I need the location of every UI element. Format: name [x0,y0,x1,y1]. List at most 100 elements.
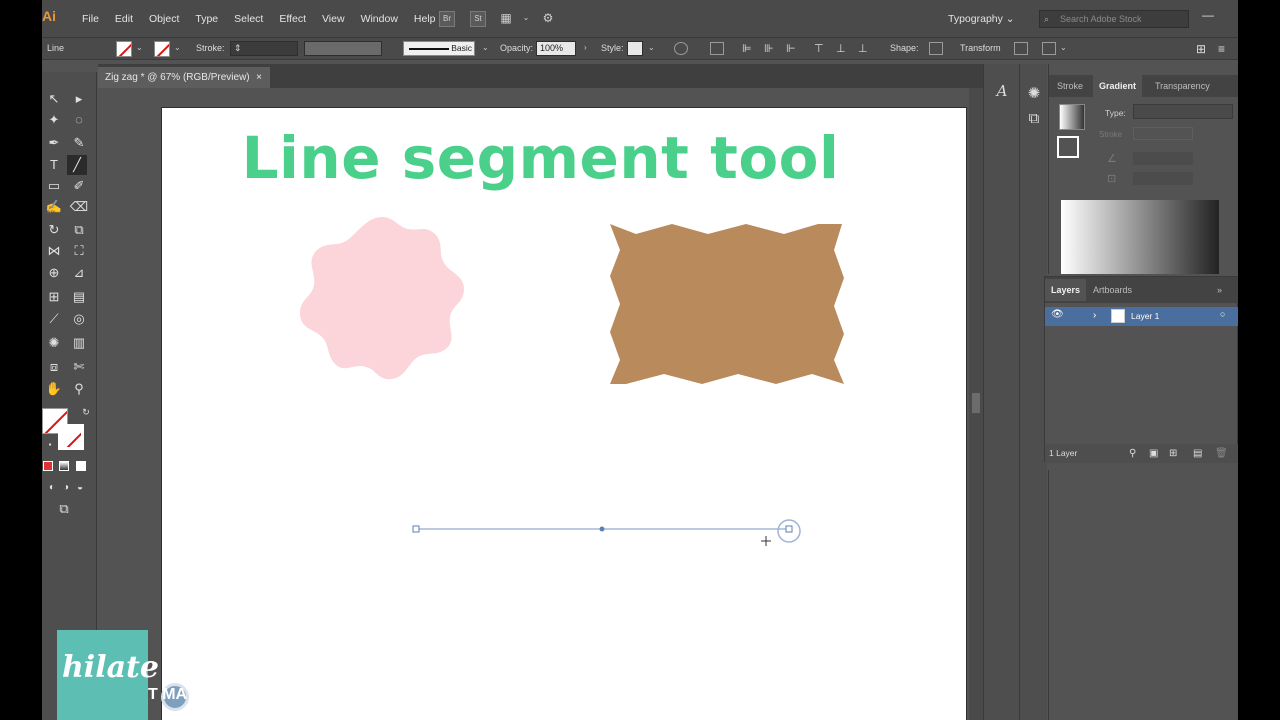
panel-menu-icon[interactable]: ≡ [1218,42,1232,56]
bridge-icon[interactable]: Br [439,11,455,27]
paintbrush-tool-icon[interactable]: ✐ [69,176,89,196]
menu-effect[interactable]: Effect [272,13,315,25]
magic-wand-tool-icon[interactable]: ✦ [44,110,64,130]
blend-tool-icon[interactable]: ◎ [69,309,89,329]
opacity-field[interactable]: 100% [536,41,576,56]
menu-object[interactable]: Object [142,13,188,25]
minimize-button[interactable]: — [1202,8,1214,22]
pen-tool-icon[interactable]: ✒ [44,133,64,153]
zoom-tool-icon[interactable]: ⚲ [69,379,89,399]
stroke-swatch[interactable] [154,41,170,57]
tab-stroke[interactable]: Stroke [1051,75,1089,97]
shape-builder-tool-icon[interactable]: ⊕ [44,263,64,283]
menu-type[interactable]: Type [188,13,227,25]
line-segment-tool-icon[interactable]: ╱ [67,155,87,175]
stroke-weight-field[interactable]: ⇕ [230,41,298,56]
eyedropper-tool-icon[interactable]: ⟋ [44,309,64,329]
chevron-right-icon[interactable]: › [1093,310,1096,321]
draw-inside-icon[interactable]: ◒ [70,478,90,498]
tab-gradient[interactable]: Gradient [1093,75,1143,97]
chevron-down-icon[interactable]: ⌄ [1060,43,1067,52]
lasso-tool-icon[interactable]: ◌ [69,110,89,130]
menu-window[interactable]: Window [354,13,407,25]
eraser-tool-icon[interactable]: ⌫ [69,197,89,217]
delete-icon[interactable]: 🗑 [1215,444,1228,463]
search-stock-input[interactable]: ⌕ Search Adobe Stock [1039,10,1189,28]
angle-field[interactable] [1133,152,1193,165]
graphic-style-swatch[interactable] [627,41,643,56]
chevron-down-icon[interactable]: ⌄ [518,11,534,27]
fill-stroke-toggle[interactable] [1057,136,1079,158]
menu-file[interactable]: File [75,13,108,25]
transform-label[interactable]: Transform [960,43,1001,53]
isolate-icon[interactable] [1014,42,1028,55]
aspect-ratio-field[interactable] [1133,172,1193,185]
panel-layout-icon[interactable]: ⊞ [1196,42,1210,56]
panel-expand-icon[interactable]: » [1211,279,1228,301]
symbols-icon[interactable]: ⧉ [1022,110,1046,127]
shape-label[interactable]: Shape: [890,43,919,53]
chevron-down-icon[interactable]: ⌄ [482,43,489,52]
mesh-tool-icon[interactable]: ⊞ [44,287,64,307]
symbol-sprayer-tool-icon[interactable]: ✺ [44,333,64,353]
gpu-performance-icon[interactable]: ⚙ [540,11,556,27]
brown-zigzag-rectangle[interactable] [608,224,844,386]
new-layer-icon[interactable]: ▤ [1193,444,1202,463]
close-icon[interactable]: × [256,67,262,88]
glyphs-icon[interactable]: A [990,82,1014,100]
selection-tool-icon[interactable]: ↖ [44,89,64,109]
default-colors-icon[interactable]: ▪ [42,435,60,455]
menu-view[interactable]: View [315,13,354,25]
menu-edit[interactable]: Edit [108,13,142,25]
tab-artboards[interactable]: Artboards [1087,279,1138,301]
column-graph-tool-icon[interactable]: ▥ [69,333,89,353]
new-sublayer-icon[interactable]: ⊞ [1169,444,1177,463]
curvature-tool-icon[interactable]: ✎ [69,133,89,153]
workspace-switcher[interactable]: Typography ⌄ [948,13,1015,25]
recolor-artwork-icon[interactable] [674,42,688,55]
visibility-eye-icon[interactable]: 👁 [1051,309,1064,320]
align-top-icon[interactable]: ⊤ [814,42,828,55]
stroke-color-box[interactable] [58,424,84,450]
align-bottom-icon[interactable]: ⊥ [858,42,872,55]
document-tab[interactable]: Zig zag * @ 67% (RGB/Preview) × [98,67,270,88]
menu-select[interactable]: Select [227,13,272,25]
vertical-scrollbar[interactable] [969,88,983,720]
stock-icon[interactable]: St [470,11,486,27]
chevron-down-icon[interactable]: ⌄ [136,43,143,52]
scale-tool-icon[interactable]: ⧉ [69,220,89,240]
swap-colors-icon[interactable]: ↻ [76,402,96,422]
none-mode-icon[interactable] [76,461,86,471]
perspective-grid-tool-icon[interactable]: ⊿ [69,263,89,283]
artboard-tool-icon[interactable]: ⧈ [44,357,64,377]
align-middle-icon[interactable]: ⊥ [836,42,850,55]
variable-width-profile[interactable] [304,41,382,56]
scroll-thumb[interactable] [972,393,980,413]
clipping-mask-icon[interactable]: ▣ [1149,444,1158,463]
chevron-down-icon[interactable]: ⌄ [174,43,181,52]
width-tool-icon[interactable]: ⋈ [44,241,64,261]
arrange-documents-icon[interactable]: ▦ [498,11,514,27]
select-similar-icon[interactable] [1042,42,1056,55]
pink-wavy-circle[interactable] [294,213,470,383]
tab-layers[interactable]: Layers [1045,279,1087,301]
free-transform-tool-icon[interactable]: ⛶ [69,241,89,261]
appearance-icon[interactable]: ✺ [1022,84,1046,102]
shaper-tool-icon[interactable]: ✍ [44,197,64,217]
artboard[interactable] [162,108,966,720]
chevron-right-icon[interactable]: › [584,43,587,52]
slice-tool-icon[interactable]: ✄ [69,357,89,377]
stroke-gradient-options[interactable] [1133,127,1193,140]
gradient-slider[interactable] [1061,200,1219,274]
direct-selection-tool-icon[interactable]: ▸ [69,89,89,109]
fill-swatch[interactable] [116,41,132,57]
align-right-icon[interactable]: ⊩ [786,42,800,55]
type-tool-icon[interactable]: T [44,155,64,175]
screen-mode-icon[interactable]: ⧉ [54,499,74,519]
layer-name[interactable]: Layer 1 [1131,311,1159,321]
gradient-tool-icon[interactable]: ▤ [69,287,89,307]
align-to-icon[interactable] [710,42,724,55]
rectangle-tool-icon[interactable]: ▭ [44,176,64,196]
hand-tool-icon[interactable]: ✋ [44,379,64,399]
tab-transparency[interactable]: Transparency [1149,75,1216,97]
